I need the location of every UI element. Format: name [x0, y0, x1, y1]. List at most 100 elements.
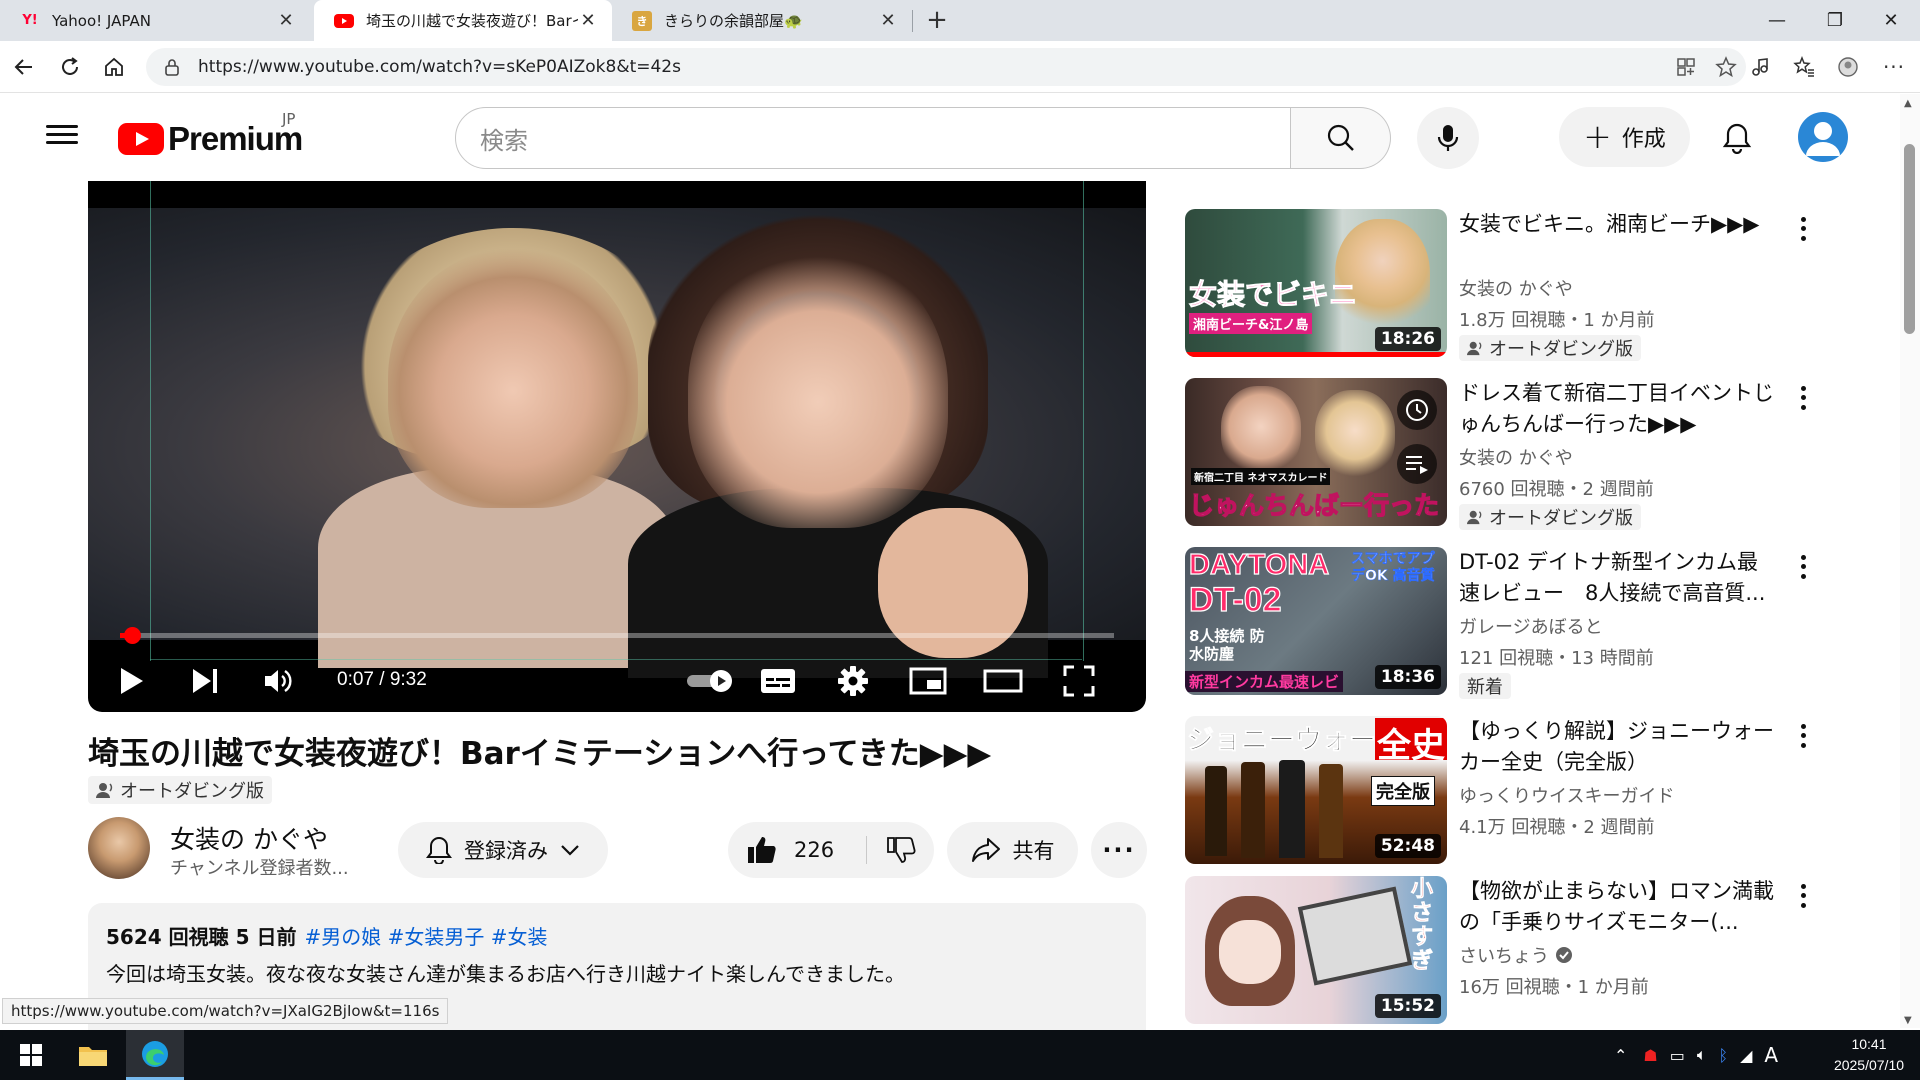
battery-icon[interactable]: ▭ — [1670, 1046, 1685, 1065]
channel-name[interactable]: 女装の かぐや — [1459, 275, 1573, 301]
video-thumbnail[interactable]: 新宿二丁目 ネオマスカレード じゅんちんばー行った — [1185, 378, 1447, 526]
file-explorer-icon[interactable] — [64, 1030, 122, 1080]
notifications-bell-icon[interactable] — [1713, 114, 1761, 162]
video-frame[interactable] — [88, 208, 1146, 678]
video-player[interactable]: 0:07 / 9:32 — [88, 181, 1146, 712]
settings-button[interactable] — [828, 657, 878, 705]
tray-app-icon[interactable]: ☗ — [1643, 1046, 1657, 1065]
bluetooth-icon[interactable]: ᛒ — [1718, 1046, 1728, 1065]
lock-icon[interactable] — [164, 58, 186, 76]
channel-name[interactable]: ゆっくりウイスキーガイド — [1459, 782, 1674, 808]
close-window-button[interactable]: ✕ — [1862, 0, 1920, 41]
more-options-icon[interactable] — [1793, 215, 1813, 243]
thumbnail-text: 完全版 — [1371, 776, 1435, 806]
theater-mode-button[interactable] — [978, 657, 1028, 705]
video-title[interactable]: 【ゆっくり解説】ジョニーウォーカー全史（完全版） — [1459, 716, 1779, 778]
scrollbar-thumb[interactable] — [1904, 144, 1915, 334]
new-tab-button[interactable]: + — [920, 4, 954, 38]
video-meta: 4.1万 回視聴・2 週間前 — [1459, 817, 1655, 838]
add-to-queue-icon[interactable] — [1397, 444, 1437, 484]
play-button[interactable] — [106, 657, 156, 705]
hashtags[interactable]: #男の娘 #女装男子 #女装 — [304, 925, 547, 949]
app-available-icon[interactable] — [1666, 48, 1706, 86]
reload-button[interactable] — [52, 49, 88, 85]
next-icon — [193, 669, 217, 693]
guide-menu-icon[interactable] — [44, 120, 80, 152]
video-title[interactable]: ドレス着て新宿二丁目イベントじゅんちんばー行った▶▶▶ — [1459, 378, 1779, 440]
voice-search-button[interactable] — [1417, 107, 1479, 169]
progress-bar[interactable] — [120, 627, 1114, 644]
recommended-video[interactable]: 新宿二丁目 ネオマスカレード じゅんちんばー行った ドレス着て新宿二丁目イベント… — [1185, 378, 1815, 530]
volume-button[interactable] — [254, 657, 304, 705]
url-bar[interactable]: https://www.youtube.com/watch?v=sKeP0AIZ… — [146, 48, 1746, 86]
back-button[interactable] — [6, 49, 42, 85]
channel-avatar[interactable] — [88, 817, 150, 879]
more-actions-button[interactable]: ··· — [1091, 822, 1147, 878]
tab-youtube-video[interactable]: 埼玉の川越で女装夜遊び！Barイミテ ✕ — [314, 0, 612, 41]
miniplayer-button[interactable] — [903, 657, 953, 705]
subtitles-button[interactable] — [753, 657, 803, 705]
video-thumbnail[interactable]: ジョニーウォーカー 全史 完全版 52:48 — [1185, 716, 1447, 864]
channel-name[interactable]: さいちょう — [1459, 942, 1573, 968]
channel-name[interactable]: 女装の かぐや — [1459, 444, 1573, 470]
account-avatar[interactable] — [1798, 112, 1848, 162]
show-hidden-icons-chevron-icon[interactable]: ⌃ — [1614, 1046, 1627, 1065]
recommended-video[interactable]: ジョニーウォーカー 全史 完全版 52:48 【ゆっくり解説】ジョニーウォーカー… — [1185, 716, 1815, 866]
network-icon[interactable]: ◢ — [1740, 1046, 1752, 1065]
video-title[interactable]: DT-02 デイトナ新型インカム最速レビュー 8人接続で高音質... — [1459, 547, 1779, 609]
more-options-icon[interactable] — [1793, 553, 1813, 581]
recommended-video[interactable]: 女装でビキニ 湘南ビーチ&江ノ島 18:26 女装でビキニ。湘南ビーチ▶▶▶ 女… — [1185, 209, 1815, 361]
autoplay-toggle[interactable] — [685, 669, 737, 693]
minimize-button[interactable]: — — [1748, 0, 1806, 41]
create-button[interactable]: + 作成 — [1559, 107, 1690, 167]
close-tab-icon[interactable]: ✕ — [276, 10, 296, 31]
recommended-video[interactable]: 小さすぎ 15:52 【物欲が止まらない】ロマン満載の「手乗りサイズモニター(.… — [1185, 876, 1815, 1026]
search-input[interactable]: 検索 — [455, 107, 1291, 169]
channel-name[interactable]: ガレージあぼると — [1459, 613, 1603, 639]
recommended-video[interactable]: DAYTONA DT-02 スマホでアプデOK 高音質 8人接続 防水防塵 新型… — [1185, 547, 1815, 699]
share-button[interactable]: 共有 — [947, 822, 1078, 878]
home-button[interactable] — [96, 49, 132, 85]
favorites-icon[interactable] — [1786, 49, 1822, 85]
page-scrollbar[interactable]: ▲ ▼ — [1900, 94, 1920, 1028]
video-thumbnail[interactable]: DAYTONA DT-02 スマホでアプデOK 高音質 8人接続 防水防塵 新型… — [1185, 547, 1447, 695]
scroll-up-icon[interactable]: ▲ — [1904, 98, 1912, 109]
channel-name[interactable]: 女装の かぐや — [170, 820, 328, 856]
fullscreen-button[interactable] — [1054, 657, 1104, 705]
close-tab-icon[interactable]: ✕ — [878, 10, 898, 31]
youtube-premium-logo[interactable]: Premium JP — [118, 110, 303, 158]
dislike-button[interactable] — [867, 822, 934, 878]
like-button[interactable]: 226 — [728, 822, 866, 878]
watch-later-clock-icon[interactable] — [1397, 390, 1437, 430]
thumbnail-text: DT-02 — [1188, 580, 1282, 619]
profile-icon[interactable] — [1830, 49, 1866, 85]
video-title[interactable]: 女装でビキニ。湘南ビーチ▶▶▶ — [1459, 209, 1779, 240]
tab-yahoo[interactable]: Y! Yahoo! JAPAN ✕ — [0, 0, 310, 41]
favorite-star-icon[interactable] — [1706, 48, 1746, 86]
more-options-icon[interactable] — [1793, 384, 1813, 412]
tab-kirari[interactable]: き きらりの余韻部屋🐢 ✕ — [612, 0, 912, 41]
start-button[interactable] — [2, 1030, 60, 1080]
more-options-icon[interactable] — [1793, 882, 1813, 910]
url-text[interactable]: https://www.youtube.com/watch?v=sKeP0AIZ… — [198, 57, 1666, 77]
next-button[interactable] — [180, 657, 230, 705]
video-title[interactable]: 【物欲が止まらない】ロマン満載の「手乗りサイズモニター(... — [1459, 876, 1779, 938]
search-button[interactable] — [1291, 107, 1391, 169]
ime-indicator[interactable]: A — [1764, 1043, 1778, 1067]
speaker-icon[interactable]: 🔈︎ — [1697, 1045, 1707, 1065]
maximize-button[interactable]: ❐ — [1806, 0, 1864, 41]
close-tab-icon[interactable]: ✕ — [578, 10, 598, 31]
video-thumbnail[interactable]: 小さすぎ 15:52 — [1185, 876, 1447, 1024]
scrubber-handle[interactable] — [123, 627, 141, 644]
thumbnail-text: 新型インカム最速レビ — [1185, 671, 1344, 692]
status-bar-url: https://www.youtube.com/watch?v=JXaIG2Bj… — [2, 998, 449, 1024]
media-control-icon[interactable] — [1742, 49, 1778, 85]
settings-more-icon[interactable]: ··· — [1876, 49, 1912, 85]
edge-browser-icon[interactable] — [126, 1030, 184, 1080]
video-duration: 15:52 — [1374, 994, 1441, 1018]
video-thumbnail[interactable]: 女装でビキニ 湘南ビーチ&江ノ島 18:26 — [1185, 209, 1447, 357]
scroll-down-icon[interactable]: ▼ — [1904, 1015, 1912, 1026]
clock[interactable]: 10:41 2025/07/10 — [1824, 1034, 1914, 1076]
more-options-icon[interactable] — [1793, 722, 1813, 750]
subscribed-button[interactable]: 登録済み — [398, 822, 608, 878]
